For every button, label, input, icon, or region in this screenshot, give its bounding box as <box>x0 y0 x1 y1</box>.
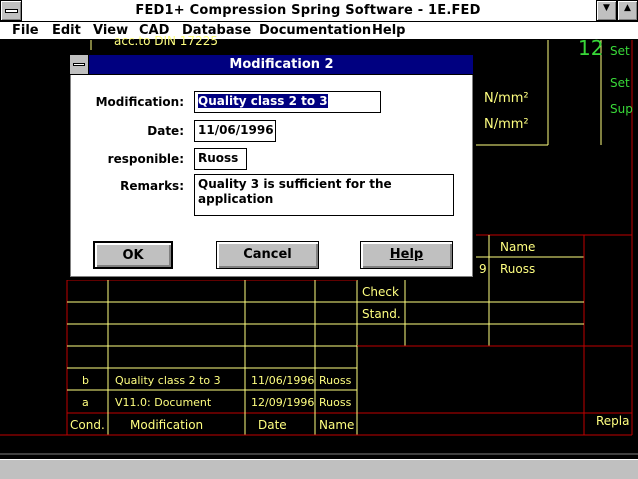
modification-dialog: Modification 2 Modification: Quality cla… <box>67 52 476 280</box>
menu-documentation[interactable]: Documentation <box>259 23 371 38</box>
remarks-field[interactable]: Quality 3 is sufficient for the applicat… <box>194 174 454 216</box>
dialog-system-menu-icon[interactable] <box>70 55 89 74</box>
revision-modification: V11.0: Document <box>115 396 212 409</box>
check-label: Check <box>362 285 399 299</box>
dialog-title-bar: Modification 2 <box>70 55 473 75</box>
revision-cond: a <box>82 396 89 409</box>
side-label: Set <box>610 76 630 90</box>
menu-edit[interactable]: Edit <box>52 23 81 38</box>
menu-file[interactable]: File <box>12 23 39 38</box>
revision-date: 12/09/1996 <box>251 396 315 409</box>
help-button[interactable]: Help <box>360 241 453 269</box>
revision-name: Ruoss <box>319 374 352 387</box>
menu-help[interactable]: Help <box>372 23 405 38</box>
title-bar: FED1+ Compression Spring Software - 1E.F… <box>0 0 638 22</box>
menu-bar: File Edit View CAD Database Documentatio… <box>0 22 638 40</box>
drawn-by-name: Ruoss <box>500 262 536 276</box>
maximize-arrow-icon[interactable]: ▲ <box>617 0 638 21</box>
revision-name: Ruoss <box>319 396 352 409</box>
title-block-name-header: Name <box>500 240 536 254</box>
revision-modification: Quality class 2 to 3 <box>115 374 221 387</box>
cancel-button[interactable]: Cancel <box>216 241 319 269</box>
ok-button[interactable]: OK <box>93 241 173 269</box>
revision-date: 11/06/1996 <box>251 374 315 387</box>
date-field[interactable]: 11/06/1996 <box>194 120 276 142</box>
status-bar <box>0 459 638 479</box>
stress-unit-label: N/mm² <box>484 117 529 132</box>
footer-date-header: Date <box>258 418 287 432</box>
system-menu-icon[interactable] <box>0 0 22 21</box>
responsible-field[interactable]: Ruoss <box>194 148 247 170</box>
revision-cond: b <box>82 374 89 387</box>
standard-label: Stand. <box>362 307 401 321</box>
drawn-row-suffix: 9 <box>479 262 487 276</box>
dialog-title: Modification 2 <box>229 57 334 72</box>
spring-parameter-number: 12 <box>578 36 604 60</box>
modification-field[interactable]: Quality class 2 to 3 <box>194 91 381 113</box>
footer-cond-header: Cond. <box>70 418 105 432</box>
side-label: Sup <box>610 102 633 116</box>
footer-replace-header: Repla <box>596 414 630 428</box>
application-window: FED1+ Compression Spring Software - 1E.F… <box>0 0 638 479</box>
footer-modification-header: Modification <box>130 418 204 432</box>
window-title: FED1+ Compression Spring Software - 1E.F… <box>135 3 481 18</box>
footer-name-header: Name <box>319 418 355 432</box>
material-standard-note: acc.to DIN 17225 <box>114 34 218 48</box>
stress-unit-label: N/mm² <box>484 91 529 106</box>
remarks-label: Remarks: <box>120 179 184 193</box>
modification-label: Modification: <box>95 95 184 109</box>
modification-value: Quality class 2 to 3 <box>198 94 328 108</box>
minimize-arrow-icon[interactable]: ▼ <box>596 0 617 21</box>
date-label: Date: <box>147 124 184 138</box>
responsible-label: responible: <box>107 152 184 166</box>
side-label: Set <box>610 44 630 58</box>
